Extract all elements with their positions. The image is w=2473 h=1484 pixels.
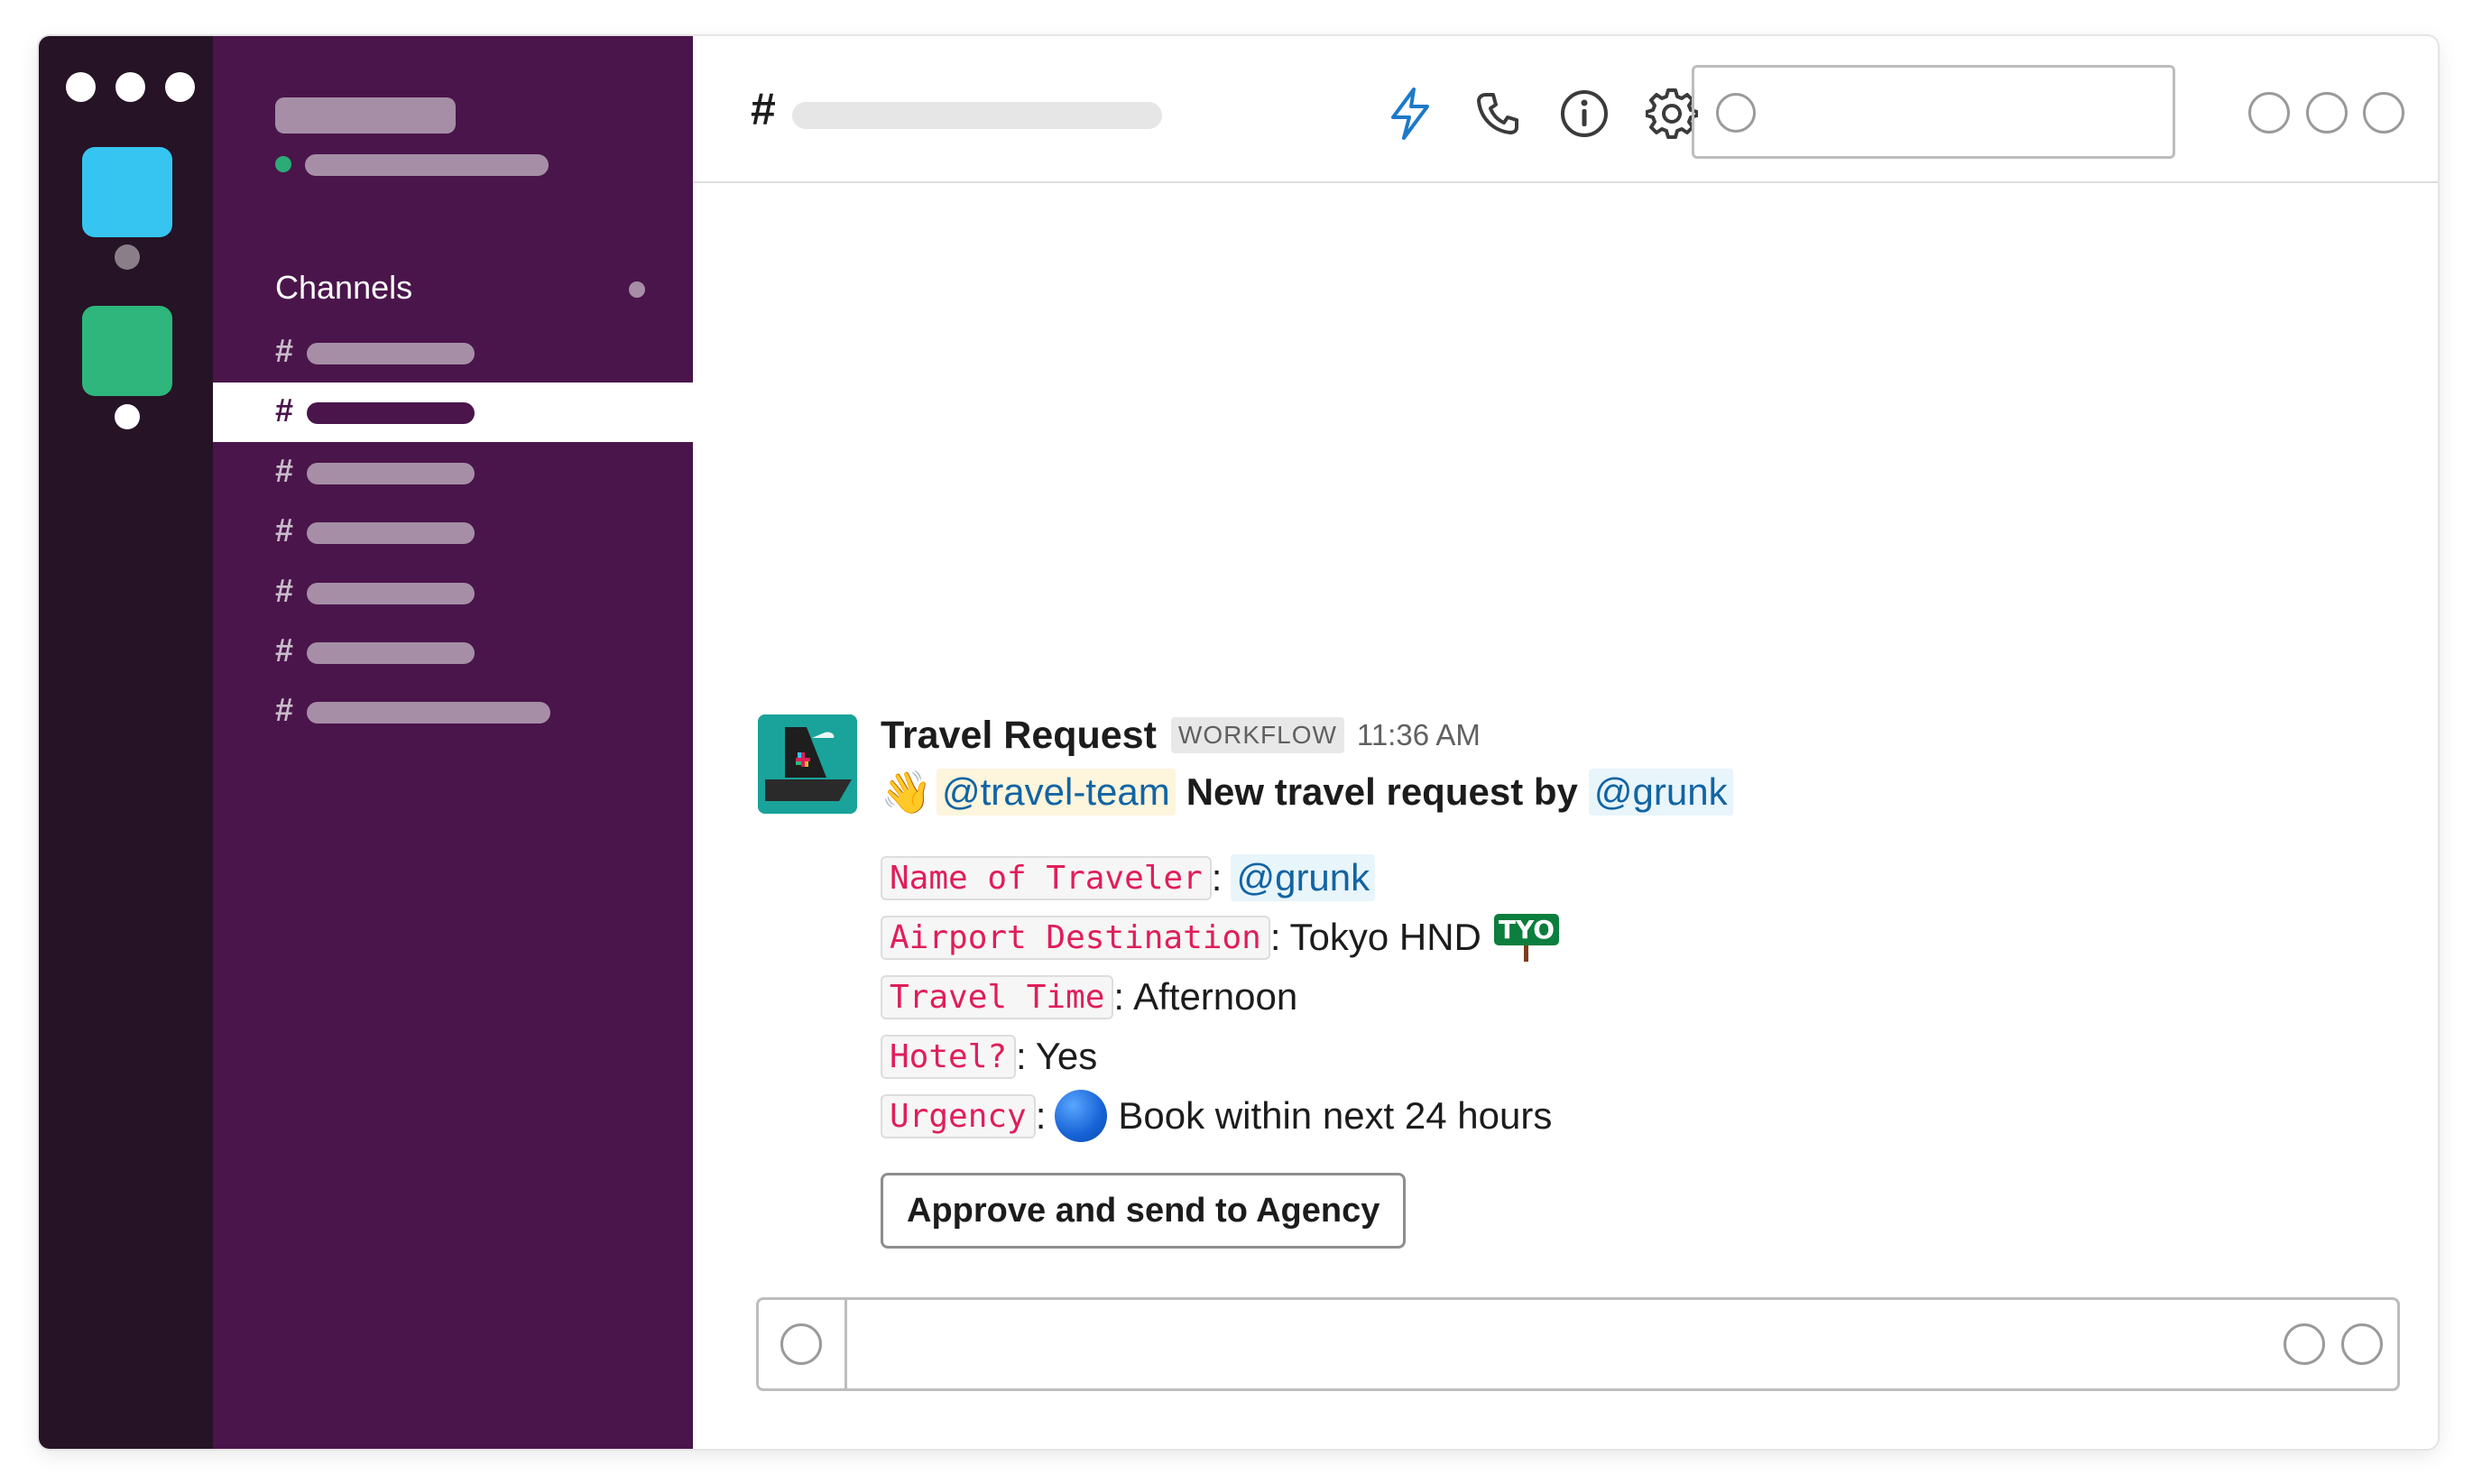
sidebar-channel-1[interactable]: # (213, 323, 693, 383)
field-travel-time: Travel Time : Afternoon (881, 967, 2402, 1027)
gear-icon[interactable] (1645, 87, 1699, 141)
channel-header: # (693, 36, 2438, 183)
channel-name-placeholder (307, 522, 475, 544)
workspace-indicator-2 (115, 404, 140, 429)
composer-action-2-icon[interactable] (2341, 1323, 2383, 1365)
channel-name-placeholder (307, 702, 550, 724)
intro-text: New travel request by (1186, 770, 1578, 813)
field-value: Yes (1035, 1035, 1098, 1077)
presence-indicator (275, 156, 291, 172)
field-value: Tokyo HND (1289, 916, 1481, 958)
sidebar-channel-3[interactable]: # (213, 443, 693, 502)
traveler-mention[interactable]: @grunk (1231, 854, 1376, 901)
sidebar-channel-6[interactable]: # (213, 622, 693, 682)
sender-name[interactable]: Travel Request (881, 714, 1157, 758)
field-colon: : (1211, 856, 1223, 899)
field-colon: : (1035, 1094, 1047, 1137)
user-mention[interactable]: @grunk (1588, 769, 1733, 816)
channel-name-placeholder (307, 463, 475, 484)
tyo-sign-label: TYO (1493, 913, 1560, 945)
field-airport: Airport Destination : Tokyo HND TYO (881, 908, 2402, 967)
composer-action-1-icon[interactable] (2284, 1323, 2325, 1365)
blue-circle-icon (1055, 1090, 1108, 1142)
hash-icon: # (275, 572, 294, 609)
main-pane: # Travel Request WORKFLOW 11:36 AM 👋 @tr… (693, 36, 2438, 1449)
phone-icon[interactable] (1471, 87, 1525, 141)
hash-icon: # (275, 452, 294, 489)
hash-icon: # (275, 332, 294, 369)
field-label: Airport Destination (881, 915, 1270, 960)
field-value: Afternoon (1133, 975, 1298, 1018)
search-icon (1716, 93, 1756, 133)
window-maximize-button[interactable] (165, 72, 195, 102)
hash-icon: # (275, 631, 294, 668)
search-input[interactable] (1692, 65, 2175, 159)
sidebar-channel-4[interactable]: # (213, 502, 693, 562)
lightning-icon[interactable] (1383, 87, 1437, 141)
channel-title-placeholder[interactable] (792, 102, 1162, 129)
attach-icon[interactable] (780, 1323, 822, 1365)
window-close-button[interactable] (66, 72, 96, 102)
field-traveler: Name of Traveler : @grunk (881, 848, 2402, 908)
sidebar-channel-7[interactable]: # (213, 682, 693, 742)
workspace-icon-1[interactable] (82, 147, 172, 237)
field-hotel: Hotel? : Yes (881, 1027, 2402, 1086)
message-timestamp[interactable]: 11:36 AM (1357, 718, 1481, 752)
header-action-3-icon[interactable] (2363, 92, 2404, 134)
composer-attach-area[interactable] (759, 1300, 847, 1388)
sidebar-channel-5[interactable]: # (213, 563, 693, 622)
workspace-rail (39, 36, 213, 1449)
sign-post (1524, 945, 1529, 962)
workspace-name-placeholder[interactable] (275, 97, 456, 134)
channels-heading[interactable]: Channels (275, 269, 412, 307)
channel-name-placeholder (307, 642, 475, 664)
hash-icon: # (275, 392, 294, 429)
channel-name-placeholder (307, 343, 475, 364)
info-icon[interactable] (1557, 87, 1611, 141)
message-header: Travel Request WORKFLOW 11:36 AM (881, 711, 2402, 760)
channel-sidebar: Channels # # # # # # # (213, 36, 693, 1449)
field-value: Book within next 24 hours (1118, 1094, 1553, 1137)
workflow-badge: WORKFLOW (1170, 717, 1344, 753)
header-action-2-icon[interactable] (2306, 92, 2348, 134)
window-controls (66, 72, 195, 102)
channel-hash-icon: # (751, 84, 776, 134)
workspace-indicator-1 (115, 244, 140, 270)
channel-name-placeholder (307, 583, 475, 604)
field-urgency: Urgency : Book within next 24 hours (881, 1086, 2402, 1146)
field-colon: : (1016, 1035, 1027, 1077)
sidebar-channel-2-active[interactable]: # (213, 383, 693, 442)
team-mention[interactable]: @travel-team (937, 769, 1176, 816)
request-fields: Name of Traveler : @grunk Airport Destin… (881, 848, 2402, 1146)
field-colon: : (1269, 916, 1281, 958)
window-minimize-button[interactable] (115, 72, 145, 102)
message-composer[interactable] (756, 1297, 2400, 1391)
field-colon: : (1113, 975, 1125, 1018)
message: Travel Request WORKFLOW 11:36 AM 👋 @trav… (881, 711, 2402, 1249)
field-label: Travel Time (881, 974, 1114, 1019)
approve-button[interactable]: Approve and send to Agency (881, 1173, 1407, 1249)
user-name-placeholder (305, 154, 549, 176)
app-window: Channels # # # # # # # # Travel Request … (39, 36, 2438, 1449)
waving-hand-icon: 👋 (881, 768, 933, 816)
workflow-avatar[interactable] (758, 714, 857, 814)
workspace-icon-2[interactable] (82, 306, 172, 396)
header-action-1-icon[interactable] (2248, 92, 2290, 134)
field-label: Hotel? (881, 1034, 1017, 1079)
hash-icon: # (275, 691, 294, 728)
channel-name-placeholder (307, 402, 475, 424)
channels-add-icon[interactable] (629, 281, 645, 298)
field-label: Name of Traveler (881, 855, 1212, 900)
hash-icon: # (275, 512, 294, 548)
message-intro: 👋 @travel-team New travel request by @gr… (881, 763, 2402, 821)
field-label: Urgency (881, 1093, 1036, 1138)
tyo-sign-icon: TYO (1493, 913, 1560, 962)
